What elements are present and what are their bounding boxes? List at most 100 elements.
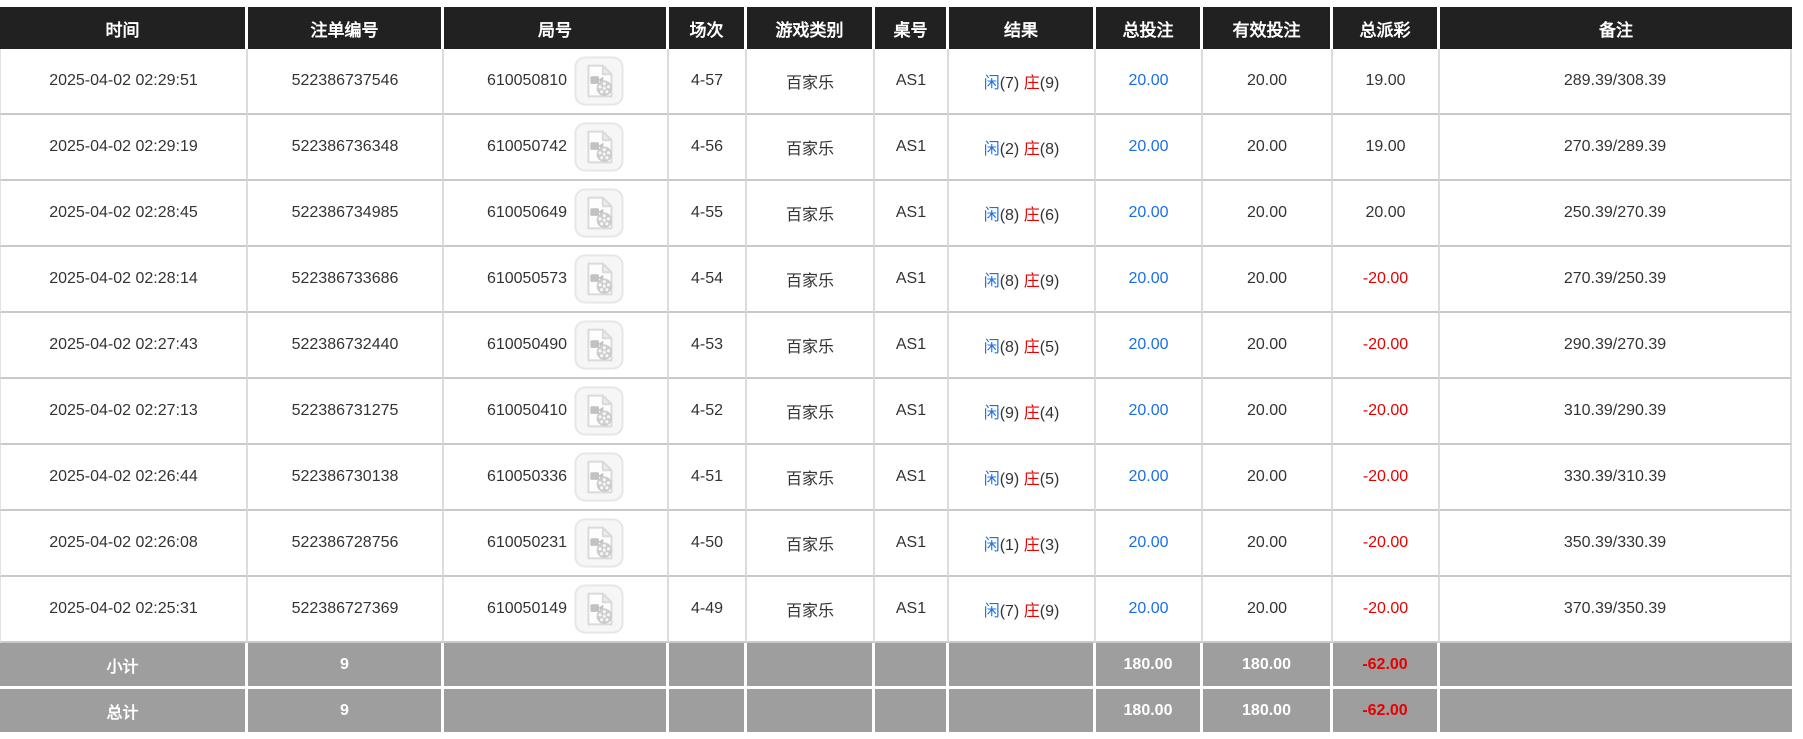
cell-payout: -20.00 (1333, 577, 1440, 643)
cell-bet-id: 522386732440 (248, 313, 444, 379)
round-id-value: 610050649 (486, 204, 568, 221)
cell-valid-bet: 20.00 (1203, 511, 1333, 577)
subtotal-cell (875, 643, 949, 689)
cell-time: 2025-04-02 02:28:45 (0, 181, 248, 247)
cell-valid-bet: 20.00 (1203, 577, 1333, 643)
cell-session: 4-56 (669, 115, 747, 181)
col-bet-id: 注单编号 (248, 7, 444, 49)
result-player-score: (1) (999, 537, 1020, 554)
cell-remark: 289.39/308.39 (1440, 49, 1792, 115)
table-row: 2025-04-02 02:27:43 522386732440 6100504… (0, 313, 1792, 379)
cell-table-no: AS1 (875, 49, 949, 115)
round-id-value: 610050573 (486, 270, 568, 287)
cell-table-no: AS1 (875, 379, 949, 445)
total-bet-link[interactable]: 20.00 (1128, 204, 1168, 221)
cell-payout: -20.00 (1333, 445, 1440, 511)
result-player-label: 闲 (983, 471, 1000, 488)
result-banker-label: 庄 (1023, 207, 1040, 224)
cell-result: 闲(2) 庄(8) (949, 115, 1096, 181)
video-replay-icon[interactable] (574, 452, 624, 502)
table-row: 2025-04-02 02:27:13 522386731275 6100504… (0, 379, 1792, 445)
result-player-label: 闲 (983, 339, 1000, 356)
video-replay-icon[interactable] (574, 320, 624, 370)
cell-total-bet: 20.00 (1096, 181, 1203, 247)
total-bet-link[interactable]: 20.00 (1128, 72, 1168, 89)
round-id-value: 610050410 (486, 402, 568, 419)
cell-time: 2025-04-02 02:29:19 (0, 115, 248, 181)
cell-valid-bet: 20.00 (1203, 379, 1333, 445)
cell-round-id: 610050573 (444, 247, 669, 313)
cell-payout: 19.00 (1333, 49, 1440, 115)
result-player-label: 闲 (983, 207, 1000, 224)
result-banker-label: 庄 (1023, 537, 1040, 554)
table-totals: 小计 9 180.00 180.00 -62.00 总计 9 180.00 18… (0, 643, 1792, 732)
cell-bet-id: 522386733686 (248, 247, 444, 313)
result-player-score: (8) (999, 273, 1020, 290)
video-replay-icon[interactable] (574, 56, 624, 106)
cell-table-no: AS1 (875, 247, 949, 313)
cell-round-id: 610050336 (444, 445, 669, 511)
col-valid-bet: 有效投注 (1203, 7, 1333, 49)
cell-game-type: 百家乐 (747, 511, 875, 577)
total-bet-link[interactable]: 20.00 (1128, 138, 1168, 155)
grand-total-cell (949, 689, 1096, 732)
cell-game-type: 百家乐 (747, 115, 875, 181)
cell-game-type: 百家乐 (747, 313, 875, 379)
total-bet-link[interactable]: 20.00 (1128, 402, 1168, 419)
total-bet-link[interactable]: 20.00 (1128, 468, 1168, 485)
total-bet-link[interactable]: 20.00 (1128, 336, 1168, 353)
result-banker-score: (9) (1039, 603, 1060, 620)
table-header: 时间 注单编号 局号 场次 游戏类别 桌号 结果 总投注 有效投注 总派彩 备注 (0, 7, 1792, 49)
cell-result: 闲(8) 庄(6) (949, 181, 1096, 247)
round-id-value: 610050742 (486, 138, 568, 155)
video-replay-icon[interactable] (574, 254, 624, 304)
cell-session: 4-49 (669, 577, 747, 643)
cell-round-id: 610050410 (444, 379, 669, 445)
col-session: 场次 (669, 7, 747, 49)
result-player-label: 闲 (983, 537, 1000, 554)
grand-total-row: 总计 9 180.00 180.00 -62.00 (0, 689, 1792, 732)
cell-payout: -20.00 (1333, 313, 1440, 379)
video-replay-icon[interactable] (574, 386, 624, 436)
cell-game-type: 百家乐 (747, 181, 875, 247)
video-replay-icon[interactable] (574, 122, 624, 172)
video-replay-icon[interactable] (574, 584, 624, 634)
result-banker-score: (6) (1039, 207, 1060, 224)
result-player-score: (9) (999, 405, 1020, 422)
cell-round-id: 610050231 (444, 511, 669, 577)
video-replay-icon[interactable] (574, 518, 624, 568)
grand-total-count: 9 (248, 689, 444, 732)
subtotal-count: 9 (248, 643, 444, 689)
cell-payout: -20.00 (1333, 511, 1440, 577)
result-banker-label: 庄 (1023, 603, 1040, 620)
cell-remark: 310.39/290.39 (1440, 379, 1792, 445)
total-bet-link[interactable]: 20.00 (1128, 534, 1168, 551)
cell-total-bet: 20.00 (1096, 247, 1203, 313)
grand-total-cell (747, 689, 875, 732)
cell-payout: 19.00 (1333, 115, 1440, 181)
result-player-score: (7) (999, 75, 1020, 92)
col-payout: 总派彩 (1333, 7, 1440, 49)
table-row: 2025-04-02 02:28:45 522386734985 6100506… (0, 181, 1792, 247)
cell-result: 闲(9) 庄(5) (949, 445, 1096, 511)
cell-remark: 270.39/250.39 (1440, 247, 1792, 313)
result-banker-label: 庄 (1023, 141, 1040, 158)
total-bet-link[interactable]: 20.00 (1128, 600, 1168, 617)
result-banker-score: (9) (1039, 273, 1060, 290)
cell-time: 2025-04-02 02:26:08 (0, 511, 248, 577)
cell-time: 2025-04-02 02:29:51 (0, 49, 248, 115)
subtotal-cell (444, 643, 669, 689)
subtotal-cell (1440, 643, 1792, 689)
result-banker-score: (4) (1039, 405, 1060, 422)
grand-total-total-bet: 180.00 (1096, 689, 1203, 732)
cell-remark: 350.39/330.39 (1440, 511, 1792, 577)
video-replay-icon[interactable] (574, 188, 624, 238)
result-banker-score: (5) (1039, 471, 1060, 488)
table-row: 2025-04-02 02:29:19 522386736348 6100507… (0, 115, 1792, 181)
subtotal-total-bet: 180.00 (1096, 643, 1203, 689)
total-bet-link[interactable]: 20.00 (1128, 270, 1168, 287)
cell-table-no: AS1 (875, 313, 949, 379)
cell-table-no: AS1 (875, 181, 949, 247)
grand-total-cell (444, 689, 669, 732)
cell-game-type: 百家乐 (747, 247, 875, 313)
